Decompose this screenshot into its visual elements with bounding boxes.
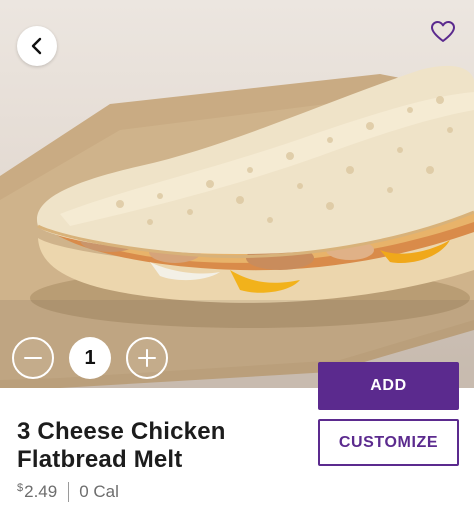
quantity-value: 1 <box>69 337 111 379</box>
quantity-stepper: 1 <box>12 337 172 381</box>
minus-icon <box>24 357 42 359</box>
increment-button[interactable] <box>126 337 168 379</box>
product-title-line2: Flatbread Melt <box>17 446 183 473</box>
back-button[interactable] <box>17 26 57 66</box>
currency-symbol: $ <box>17 482 24 494</box>
product-meta: $ 2.49 0 Cal <box>17 481 119 503</box>
favorite-button[interactable] <box>428 18 458 46</box>
product-calories: 0 Cal <box>79 482 119 501</box>
customize-button[interactable]: CUSTOMIZE <box>318 419 459 466</box>
add-button[interactable]: ADD <box>318 362 459 410</box>
product-title-line1: 3 Cheese Chicken <box>17 418 226 445</box>
meta-divider <box>68 482 70 502</box>
flatbread-illustration <box>0 65 474 388</box>
heart-outline-icon <box>431 21 455 42</box>
product-title: 3 Cheese Chicken Flatbread Melt <box>17 418 307 474</box>
decrement-button[interactable] <box>12 337 54 379</box>
plus-icon <box>138 349 156 367</box>
product-price: 2.49 <box>24 482 58 501</box>
chevron-left-icon <box>31 37 42 55</box>
product-hero-image: 1 <box>0 0 474 388</box>
